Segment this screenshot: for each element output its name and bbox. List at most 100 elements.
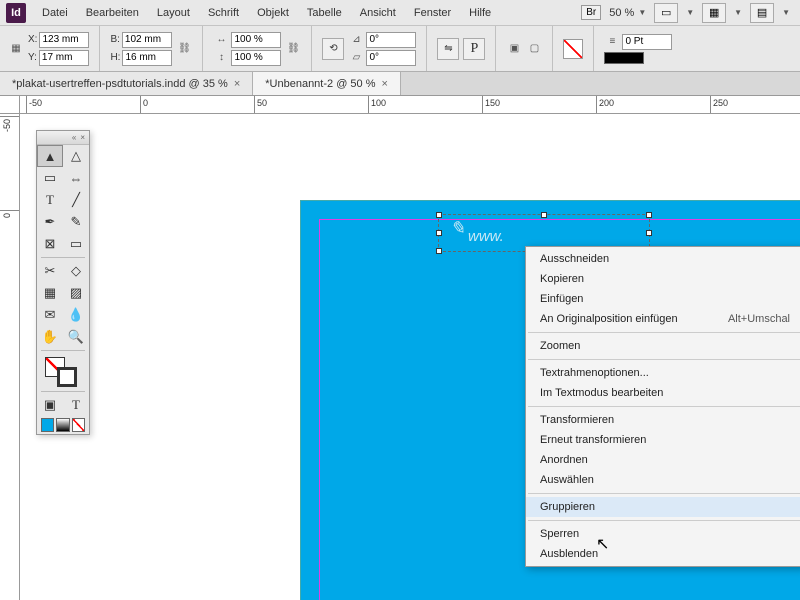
zoom-level-dropdown[interactable]: 50 % ▼ xyxy=(609,7,646,19)
context-menu-item-zoom[interactable]: Zoomen xyxy=(526,336,800,356)
context-menu-item-arrange[interactable]: Anordnen xyxy=(526,450,800,470)
chevron-down-icon: ▼ xyxy=(686,8,694,17)
stroke-style-dropdown[interactable] xyxy=(604,52,644,64)
rotation-icon: ⊿ xyxy=(348,32,364,48)
menu-ansicht[interactable]: Ansicht xyxy=(352,3,404,23)
menu-datei[interactable]: Datei xyxy=(34,3,76,23)
menu-schrift[interactable]: Schrift xyxy=(200,3,247,23)
workspace-switcher-button[interactable]: ▤ xyxy=(750,3,774,23)
selection-handle[interactable] xyxy=(541,212,547,218)
selection-handle[interactable] xyxy=(646,230,652,236)
context-menu-item-cut[interactable]: Ausschneiden xyxy=(526,249,800,269)
menu-separator xyxy=(528,520,800,521)
arrange-documents-button[interactable]: ▦ xyxy=(702,3,726,23)
tools-panel[interactable]: «× ▲ △ ▭ ⇔ T ╱ ✒ ✎ ⊠ ▭ ✂ ◇ ▦ ▨ ✉ 💧 ✋ 🔍 ▣… xyxy=(36,130,90,435)
page-tool[interactable]: ▭ xyxy=(37,167,63,189)
menu-objekt[interactable]: Objekt xyxy=(249,3,297,23)
x-label: X: xyxy=(28,34,37,45)
context-menu-item-lock[interactable]: Sperren xyxy=(526,524,800,544)
menu-layout[interactable]: Layout xyxy=(149,3,198,23)
menu-fenster[interactable]: Fenster xyxy=(406,3,459,23)
y-input[interactable] xyxy=(39,50,89,66)
width-input[interactable] xyxy=(122,32,172,48)
collapse-icon[interactable]: « xyxy=(72,133,76,142)
eyedropper-tool[interactable]: 💧 xyxy=(63,304,89,326)
horizontal-ruler[interactable]: -50 0 50 100 150 200 250 xyxy=(20,96,800,114)
bridge-button[interactable]: Br xyxy=(581,5,601,20)
selection-handle[interactable] xyxy=(436,230,442,236)
apply-color-button[interactable] xyxy=(41,418,54,432)
context-menu-item-select[interactable]: Auswählen xyxy=(526,470,800,490)
selection-handle[interactable] xyxy=(436,212,442,218)
constrain-proportions-icon[interactable]: ⛓ xyxy=(176,41,192,57)
free-transform-tool[interactable]: ◇ xyxy=(63,260,89,282)
pencil-tool[interactable]: ✎ xyxy=(63,211,89,233)
selection-handle[interactable] xyxy=(646,212,652,218)
fill-stroke-proxy[interactable] xyxy=(37,353,89,389)
apply-none-button[interactable] xyxy=(72,418,85,432)
selection-handle[interactable] xyxy=(436,248,442,254)
preview-mode[interactable]: T xyxy=(63,394,89,416)
direct-selection-tool[interactable]: △ xyxy=(63,145,89,167)
rotate-ccw-button[interactable]: ⟲ xyxy=(322,38,344,60)
ruler-origin[interactable] xyxy=(0,96,20,114)
scissors-tool[interactable]: ✂ xyxy=(37,260,63,282)
screen-mode-button[interactable]: ▭ xyxy=(654,3,678,23)
rectangle-frame-tool[interactable]: ⊠ xyxy=(37,233,63,255)
stroke-swatch[interactable] xyxy=(57,367,77,387)
pen-tool[interactable]: ✒ xyxy=(37,211,63,233)
scale-y-input[interactable] xyxy=(231,50,281,66)
fill-swatch[interactable] xyxy=(563,39,583,59)
rotation-input[interactable] xyxy=(366,32,416,48)
stroke-weight-input[interactable] xyxy=(622,34,672,50)
height-input[interactable] xyxy=(122,50,172,66)
gradient-swatch-tool[interactable]: ▦ xyxy=(37,282,63,304)
menu-tabelle[interactable]: Tabelle xyxy=(299,3,350,23)
note-tool[interactable]: ✉ xyxy=(37,304,63,326)
flip-horizontal-button[interactable]: ⇋ xyxy=(437,38,459,60)
context-menu-item-transform[interactable]: Transformieren xyxy=(526,410,800,430)
context-menu-item-transform-again[interactable]: Erneut transformieren xyxy=(526,430,800,450)
context-menu-item-edit-in-story-editor[interactable]: Im Textmodus bearbeiten xyxy=(526,383,800,403)
select-content-button[interactable]: ▢ xyxy=(526,41,542,57)
menu-hilfe[interactable]: Hilfe xyxy=(461,3,499,23)
zoom-tool[interactable]: 🔍 xyxy=(63,326,89,348)
close-icon[interactable]: × xyxy=(382,78,388,90)
gap-tool[interactable]: ⇔ xyxy=(63,167,89,189)
hand-tool[interactable]: ✋ xyxy=(37,326,63,348)
shear-input[interactable] xyxy=(366,50,416,66)
rectangle-tool[interactable]: ▭ xyxy=(63,233,89,255)
selection-tool[interactable]: ▲ xyxy=(37,145,63,167)
line-tool[interactable]: ╱ xyxy=(63,189,89,211)
menu-bearbeiten[interactable]: Bearbeiten xyxy=(78,3,147,23)
context-menu-item-group[interactable]: Gruppieren xyxy=(526,497,800,517)
context-menu-item-hide[interactable]: Ausblenden xyxy=(526,544,800,564)
reference-point-icon[interactable]: ▦ xyxy=(8,41,24,57)
apply-gradient-button[interactable] xyxy=(56,418,69,432)
close-icon[interactable]: × xyxy=(80,133,85,142)
ruler-tick-label: 150 xyxy=(485,98,500,108)
normal-view-mode[interactable]: ▣ xyxy=(37,394,63,416)
stroke-weight-icon: ≡ xyxy=(604,34,620,50)
select-container-button[interactable]: ▣ xyxy=(506,41,522,57)
panel-header[interactable]: «× xyxy=(37,131,89,145)
gradient-feather-tool[interactable]: ▨ xyxy=(63,282,89,304)
chevron-down-icon: ▼ xyxy=(782,8,790,17)
context-menu-item-paste-in-place[interactable]: An Originalposition einfügenAlt+Umschal xyxy=(526,309,800,329)
vertical-ruler[interactable]: -50 0 xyxy=(0,114,20,600)
scale-x-input[interactable] xyxy=(231,32,281,48)
document-tab[interactable]: *Unbenannt-2 @ 50 % × xyxy=(253,72,401,95)
rotate-90-button[interactable]: P xyxy=(463,38,485,60)
ruler-tick-label: 100 xyxy=(371,98,386,108)
ruler-tick-label: -50 xyxy=(29,98,42,108)
context-menu-item-text-frame-options[interactable]: Textrahmenoptionen... xyxy=(526,363,800,383)
document-tab[interactable]: *plakat-usertreffen-psdtutorials.indd @ … xyxy=(0,72,253,95)
context-menu-item-paste[interactable]: Einfügen xyxy=(526,289,800,309)
type-tool[interactable]: T xyxy=(37,189,63,211)
scale-y-icon: ↕ xyxy=(213,50,229,66)
height-label: H: xyxy=(110,52,120,63)
x-input[interactable] xyxy=(39,32,89,48)
close-icon[interactable]: × xyxy=(234,78,240,90)
constrain-scale-icon[interactable]: ⛓ xyxy=(285,41,301,57)
context-menu-item-copy[interactable]: Kopieren xyxy=(526,269,800,289)
